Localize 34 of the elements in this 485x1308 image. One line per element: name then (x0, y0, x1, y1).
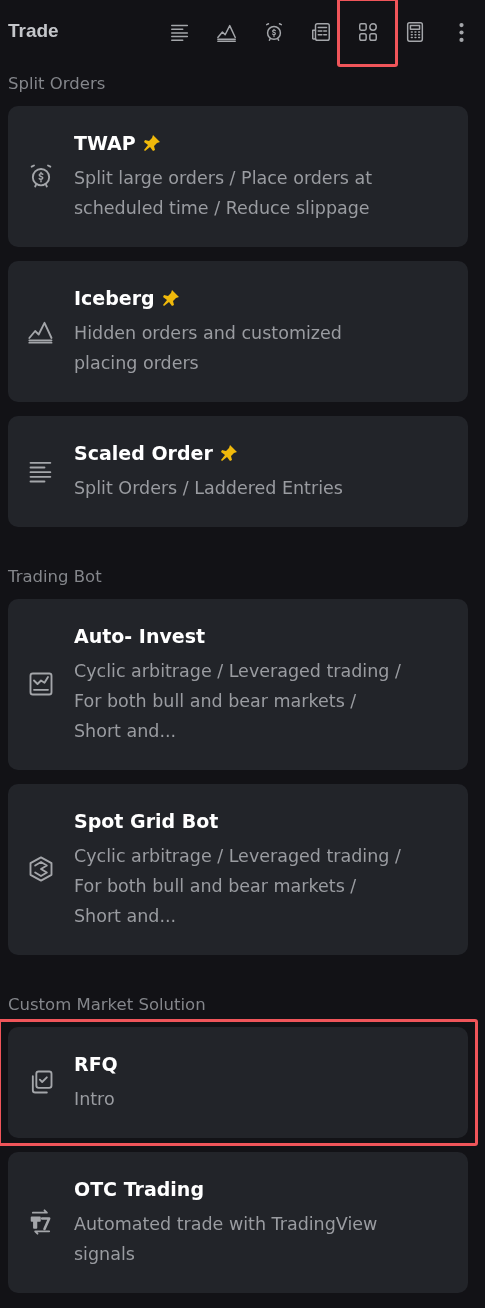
card-description: Split Orders / Laddered Entries (74, 477, 344, 500)
pin-icon (160, 288, 181, 308)
card-description: Hidden orders and customized placing orders (74, 322, 343, 375)
card-title: TWAP (74, 131, 136, 156)
card-description: Automated trade with TradingView signals (74, 1213, 379, 1266)
hexagon-icon (27, 855, 55, 883)
more-icon (459, 22, 464, 42)
tool-card[interactable]: Auto- Invest Cyclic arbitrage / Leveraged trading / For both bull and bear markets / Short and... (8, 599, 468, 770)
tool-card[interactable]: RFQ Intro (8, 1027, 468, 1138)
section-title: Trading Bot (8, 566, 103, 588)
tool-card[interactable]: OTC Trading Automated trade with TradingView signals (8, 1152, 468, 1293)
tool-card[interactable]: Iceberg Hidden orders and customized placing orders (8, 261, 468, 402)
card-description: Split large orders / Place orders at scheduled time / Reduce slippage (74, 167, 374, 220)
chart-board-icon (27, 670, 55, 698)
card-title: Spot Grid Bot (74, 809, 219, 834)
page-title: Trade (8, 20, 60, 42)
tool-card[interactable]: Spot Grid Bot Cyclic arbitrage / Leveraged trading / For both bull and bear markets / Short and... (8, 784, 468, 955)
newspaper-icon (309, 21, 332, 43)
section-title: Custom Market Solution (8, 994, 207, 1016)
card-title: OTC Trading (74, 1177, 204, 1202)
card-title: Auto- Invest (74, 624, 206, 649)
card-description: Cyclic arbitrage / Leveraged trading / For both bull and bear markets / Short and... (74, 660, 402, 743)
apps-icon (356, 21, 379, 43)
tool-card[interactable]: Scaled Order Split Orders / Laddered Entries (8, 416, 468, 527)
card-description: Cyclic arbitrage / Leveraged trading / For both bull and bear markets / Short and... (74, 845, 402, 928)
card-title: RFQ (74, 1052, 118, 1077)
pin-icon (141, 133, 162, 153)
tool-card[interactable]: TWAP Split large orders / Place orders at scheduled time / Reduce slippage (8, 106, 468, 247)
card-description: Intro (74, 1088, 116, 1111)
card-title: Scaled Order (74, 441, 213, 466)
toolbar-button[interactable] (337, 0, 398, 67)
pin-icon (218, 443, 239, 463)
card-title: Iceberg (74, 286, 155, 311)
section-title: Split Orders (8, 73, 107, 95)
